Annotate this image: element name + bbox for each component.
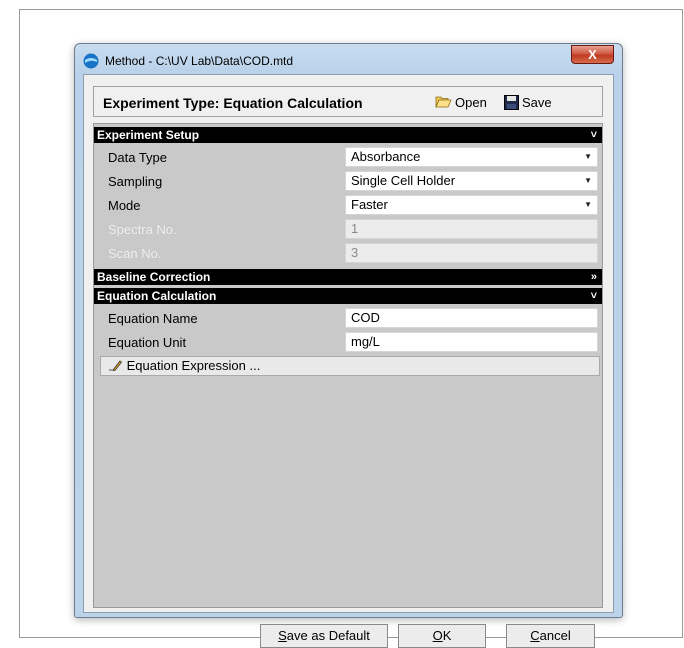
row-label: Sampling	[108, 174, 163, 189]
method-dialog: Method - C:\UV Lab\Data\COD.mtd X Experi…	[74, 43, 623, 648]
experiment-type-bar: Experiment Type: Equation Calculation Op…	[93, 86, 603, 117]
save-label: Save	[522, 94, 552, 110]
dropdown-arrow-icon[interactable]: ▼	[584, 148, 592, 166]
row-label: Spectra No.	[108, 222, 177, 237]
equation-expression-button[interactable]: Equation Expression ...	[100, 356, 600, 376]
data-type-select[interactable]: Absorbance ▼	[345, 147, 598, 167]
dialog-client: Experiment Type: Equation Calculation Op…	[83, 74, 614, 648]
section-title: Equation Calculation	[97, 289, 217, 303]
title-bar[interactable]: Method - C:\UV Lab\Data\COD.mtd X	[75, 44, 622, 74]
save-button[interactable]: Save	[504, 93, 552, 111]
button-label: ancel	[539, 628, 571, 643]
ok-button[interactable]: OK	[398, 624, 486, 648]
select-value: Single Cell Holder	[351, 173, 456, 188]
section-title: Experiment Setup	[97, 128, 200, 142]
accel-key: C	[530, 628, 540, 643]
row-label: Mode	[108, 198, 141, 213]
save-as-default-button[interactable]: Save as Default	[260, 624, 388, 648]
window-title: Method - C:\UV Lab\Data\COD.mtd	[105, 54, 294, 68]
accel-key: S	[278, 628, 287, 643]
section-baseline-correction[interactable]: Baseline Correction »	[94, 269, 602, 285]
section-equation-calculation[interactable]: Equation Calculation ˅	[94, 288, 602, 304]
collapse-chevron-icon[interactable]: ˅	[591, 127, 597, 143]
spectra-no-field: 1	[345, 219, 598, 239]
equation-expression-label: Equation Expression ...	[126, 358, 261, 373]
dropdown-arrow-icon[interactable]: ▼	[584, 172, 592, 190]
row-equation-unit: Equation Unit mg/L	[94, 331, 602, 353]
equation-unit-input[interactable]: mg/L	[345, 332, 598, 352]
row-spectra-no: Spectra No. 1	[94, 218, 602, 240]
property-panel: Experiment Setup ˅ Data Type Absorbance …	[93, 123, 603, 648]
row-sampling: Sampling Single Cell Holder ▼	[94, 170, 602, 192]
app-icon	[83, 53, 99, 69]
row-data-type: Data Type Absorbance ▼	[94, 146, 602, 168]
expand-chevron-icon[interactable]: »	[591, 269, 597, 285]
row-label: Data Type	[108, 150, 168, 165]
button-label: K	[442, 628, 452, 643]
row-label: Equation Name	[108, 311, 198, 326]
row-label: Equation Unit	[108, 335, 187, 350]
sampling-select[interactable]: Single Cell Holder ▼	[345, 171, 598, 191]
select-value: Absorbance	[351, 149, 421, 164]
row-scan-no: Scan No. 3	[94, 242, 602, 264]
accel-key: O	[432, 628, 443, 643]
folder-open-icon	[435, 96, 452, 108]
mode-select[interactable]: Faster ▼	[345, 195, 598, 215]
scan-no-field: 3	[345, 243, 598, 263]
cancel-button[interactable]: Cancel	[506, 624, 595, 648]
dropdown-arrow-icon[interactable]: ▼	[584, 196, 592, 214]
collapse-chevron-icon[interactable]: ˅	[591, 288, 597, 304]
row-mode: Mode Faster ▼	[94, 194, 602, 216]
button-label: ave as Default	[286, 628, 370, 643]
open-button[interactable]: Open	[435, 93, 487, 111]
open-label: Open	[455, 94, 487, 110]
row-label: Scan No.	[108, 246, 162, 261]
section-experiment-setup[interactable]: Experiment Setup ˅	[94, 127, 602, 143]
pencil-icon	[109, 360, 123, 372]
floppy-disk-icon	[504, 94, 519, 110]
row-equation-name: Equation Name COD	[94, 307, 602, 329]
select-value: Faster	[351, 197, 388, 212]
equation-name-input[interactable]: COD	[345, 308, 598, 328]
experiment-type-title: Experiment Type: Equation Calculation	[103, 95, 363, 111]
section-title: Baseline Correction	[97, 270, 211, 284]
close-button[interactable]: X	[571, 45, 614, 64]
